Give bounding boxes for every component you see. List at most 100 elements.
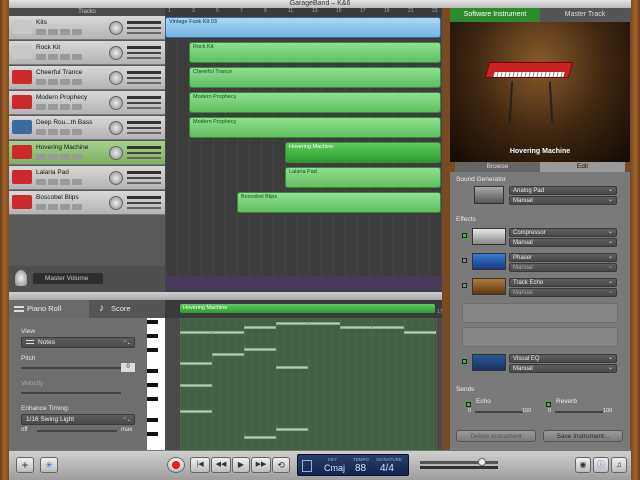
effect-enable-toggle[interactable] [462, 283, 467, 288]
mute-button[interactable] [36, 79, 46, 85]
go-to-start-icon[interactable]: |◀ [190, 457, 210, 473]
track-region[interactable]: Lalaria Pad [285, 167, 441, 188]
pitch-slider[interactable] [21, 367, 121, 369]
automation-button[interactable] [72, 204, 82, 210]
visual-eq-preset[interactable]: Manual [509, 364, 617, 373]
automation-button[interactable] [72, 79, 82, 85]
reverb-send-toggle[interactable] [546, 402, 551, 407]
timeline-ruler[interactable]: 1 3 5 7 9 11 13 15 17 19 21 23 [165, 8, 442, 16]
sound-generator-preset[interactable]: Manual [509, 196, 617, 205]
rewind-icon[interactable]: ◀◀ [211, 457, 231, 473]
sound-generator-select[interactable]: Analog Pad [509, 186, 617, 195]
visual-eq-select[interactable]: Visual EQ [509, 354, 617, 363]
track-row[interactable]: Hovering Machine [9, 141, 165, 165]
pan-knob[interactable] [109, 71, 123, 85]
enhance-timing-select[interactable]: 1/16 Swing Light [21, 414, 135, 425]
track-region[interactable]: Cheerful Trance [189, 67, 441, 88]
track-row[interactable]: Kits [9, 16, 165, 40]
master-volume-slider[interactable] [420, 461, 498, 464]
master-volume-select[interactable]: Master Volume [33, 273, 103, 284]
tab-software-instrument[interactable]: Software Instrument [450, 8, 540, 22]
fast-forward-icon[interactable]: ▶▶ [251, 457, 271, 473]
mute-button[interactable] [36, 179, 46, 185]
pan-knob[interactable] [109, 171, 123, 185]
effect-slot-empty[interactable] [462, 303, 618, 323]
track-row[interactable]: Boscobel Blips [9, 191, 165, 215]
tab-browse[interactable]: Browse [455, 162, 540, 172]
track-row[interactable]: Lalaria Pad [9, 166, 165, 190]
eye-icon[interactable]: ◉ [575, 457, 591, 473]
track-region[interactable]: Hovering Machine [285, 142, 441, 163]
effect-enable-toggle[interactable] [462, 233, 467, 238]
effect-preset-select[interactable]: Manual [509, 238, 617, 247]
effect-preset-select[interactable]: Manual [509, 263, 617, 272]
pan-knob[interactable] [109, 21, 123, 35]
track-volume-slider[interactable] [127, 157, 161, 159]
tab-master-track[interactable]: Master Track [540, 8, 630, 22]
lock-button[interactable] [60, 104, 70, 110]
pan-knob[interactable] [109, 96, 123, 110]
effect-preset-select[interactable]: Manual [509, 288, 617, 297]
mute-button[interactable] [36, 129, 46, 135]
pan-knob[interactable] [109, 196, 123, 210]
reverb-send-slider[interactable] [555, 411, 603, 413]
effect-select[interactable]: Phaser [509, 253, 617, 262]
lock-button[interactable] [60, 154, 70, 160]
solo-button[interactable] [48, 154, 58, 160]
solo-button[interactable] [48, 179, 58, 185]
mute-button[interactable] [36, 154, 46, 160]
effect-slot-empty[interactable] [462, 327, 618, 347]
black-key[interactable] [147, 348, 158, 352]
piano-roll-region-header[interactable]: Hovering Machine [180, 304, 435, 313]
solo-button[interactable] [48, 204, 58, 210]
black-key[interactable] [147, 432, 158, 436]
automation-button[interactable] [72, 29, 82, 35]
arrange-area[interactable]: Vintage Funk Kit 03 Rock Kit Cheerful Tran… [165, 16, 442, 292]
info-icon[interactable]: ⓘ [593, 457, 609, 473]
mute-button[interactable] [36, 54, 46, 60]
track-volume-slider[interactable] [127, 32, 161, 34]
track-region[interactable]: Modern Prophecy [189, 92, 441, 113]
automation-button[interactable] [72, 129, 82, 135]
automation-button[interactable] [72, 54, 82, 60]
lock-button[interactable] [60, 179, 70, 185]
track-region[interactable]: Vintage Funk Kit 03 [165, 17, 441, 38]
solo-button[interactable] [48, 54, 58, 60]
tab-piano-roll[interactable]: Piano Roll [9, 300, 89, 318]
lock-button[interactable] [60, 129, 70, 135]
mute-button[interactable] [36, 29, 46, 35]
black-key[interactable] [147, 418, 158, 422]
black-key[interactable] [147, 320, 158, 324]
lock-button[interactable] [60, 54, 70, 60]
view-select[interactable]: Notes [21, 337, 135, 348]
pan-knob[interactable] [109, 121, 123, 135]
lcd-display[interactable]: KEY Cmaj TEMPO 88 SIGNATURE 4/4 [297, 454, 409, 476]
track-row[interactable]: Modern Prophecy [9, 91, 165, 115]
track-volume-slider[interactable] [127, 107, 161, 109]
track-volume-slider[interactable] [127, 182, 161, 184]
delete-instrument-button[interactable]: Delete Instrument [456, 430, 536, 442]
automation-button[interactable] [72, 179, 82, 185]
eq-enable-toggle[interactable] [462, 359, 467, 364]
track-row[interactable]: Rock Kit [9, 41, 165, 65]
pan-knob[interactable] [109, 146, 123, 160]
pitch-value[interactable]: 0 [121, 363, 135, 372]
add-track-button[interactable]: + [16, 457, 34, 473]
loop-browser-icon[interactable]: ✳ [40, 457, 58, 473]
pan-knob[interactable] [109, 46, 123, 60]
track-region[interactable]: Boscobel Blips [237, 192, 441, 213]
track-row[interactable]: Deep Rou...th Bass [9, 116, 165, 140]
enhance-timing-slider[interactable] [37, 430, 117, 432]
mute-button[interactable] [36, 104, 46, 110]
tab-edit[interactable]: Edit [540, 162, 625, 172]
mute-button[interactable] [36, 204, 46, 210]
automation-button[interactable] [72, 154, 82, 160]
piano-keyboard[interactable] [147, 318, 165, 450]
automation-button[interactable] [72, 104, 82, 110]
velocity-slider[interactable] [21, 392, 121, 394]
track-volume-slider[interactable] [127, 82, 161, 84]
track-region[interactable]: Rock Kit [189, 42, 441, 63]
editor-resize-handle[interactable] [9, 292, 442, 300]
lock-button[interactable] [60, 204, 70, 210]
lock-button[interactable] [60, 29, 70, 35]
